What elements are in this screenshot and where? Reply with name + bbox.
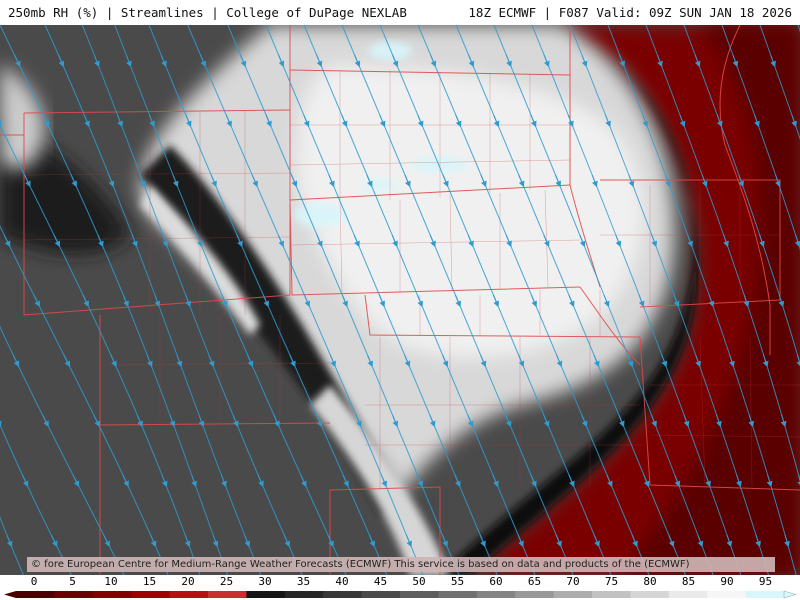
ecmwf-credit: © fore European Centre for Medium-Range … (27, 557, 775, 572)
colorbar-segment (54, 591, 94, 598)
colorbar-segment (668, 591, 708, 598)
colorbar-segment (131, 591, 171, 598)
colorbar-segment (476, 591, 516, 598)
product-title: 250mb RH (%) | Streamlines | College of … (8, 5, 407, 20)
colorbar-label-40: 40 (335, 575, 349, 588)
colorbar-label-50: 50 (412, 575, 426, 588)
colorbar-segment (323, 591, 363, 598)
colorbar-segment (438, 591, 478, 598)
colorbar-segment (284, 591, 324, 598)
colorbar-segment (515, 591, 555, 598)
colorbar-label-65: 65 (527, 575, 542, 588)
colorbar-segment (630, 591, 670, 598)
colorbar-label-85: 85 (681, 575, 696, 588)
colorbar-segment (745, 591, 785, 598)
colorbar-label-80: 80 (643, 575, 657, 588)
colorbar-label-70: 70 (566, 575, 580, 588)
rh-colorbar-legend: 0 5 10 15 20 25 30 35 40 45 50 55 60 65 70 75 80 85 90 95 (0, 575, 800, 600)
colorbar-label-45: 45 (373, 575, 388, 588)
colorbar-segment (592, 591, 631, 598)
rh-streamline-map (0, 25, 800, 575)
relative-humidity-field (0, 25, 800, 575)
colorbar-segment (553, 591, 593, 598)
colorbar-label-60: 60 (489, 575, 503, 588)
colorbar-segment (208, 591, 247, 598)
model-run-valid-time: 18Z ECMWF | F087 Valid: 09Z SUN JAN 18 2… (468, 5, 792, 20)
colorbar-label-95: 95 (758, 575, 773, 588)
colorbar-segment (361, 591, 401, 598)
colorbar-label-5: 5 (69, 575, 76, 588)
weather-map[interactable] (0, 25, 800, 575)
colorbar-label-75: 75 (604, 575, 619, 588)
colorbar-high-arrow (783, 590, 797, 599)
colorbar-tick-labels: 0 5 10 15 20 25 30 35 40 45 50 55 60 65 70 75 80 85 90 95 (0, 575, 800, 588)
colorbar-label-0: 0 (30, 575, 38, 588)
colorbar-label-10: 10 (104, 575, 118, 588)
colorbar-label-15: 15 (142, 575, 157, 588)
colorbar-segment (707, 591, 747, 598)
colorbar-label-35: 35 (296, 575, 311, 588)
colorbar-label-25: 25 (219, 575, 234, 588)
colorbar-segment (169, 591, 209, 598)
colorbar (4, 590, 797, 599)
colorbar-label-30: 30 (258, 575, 272, 588)
colorbar-segment (16, 591, 55, 598)
colorbar-label-55: 55 (450, 575, 465, 588)
colorbar-segment (92, 591, 132, 598)
colorbar-label-20: 20 (181, 575, 195, 588)
colorbar-label-90: 90 (720, 575, 734, 588)
header-bar: 250mb RH (%) | Streamlines | College of … (0, 0, 800, 25)
colorbar-segment (246, 591, 286, 598)
colorbar-low-arrow (4, 591, 16, 598)
colorbar-segment (400, 591, 439, 598)
